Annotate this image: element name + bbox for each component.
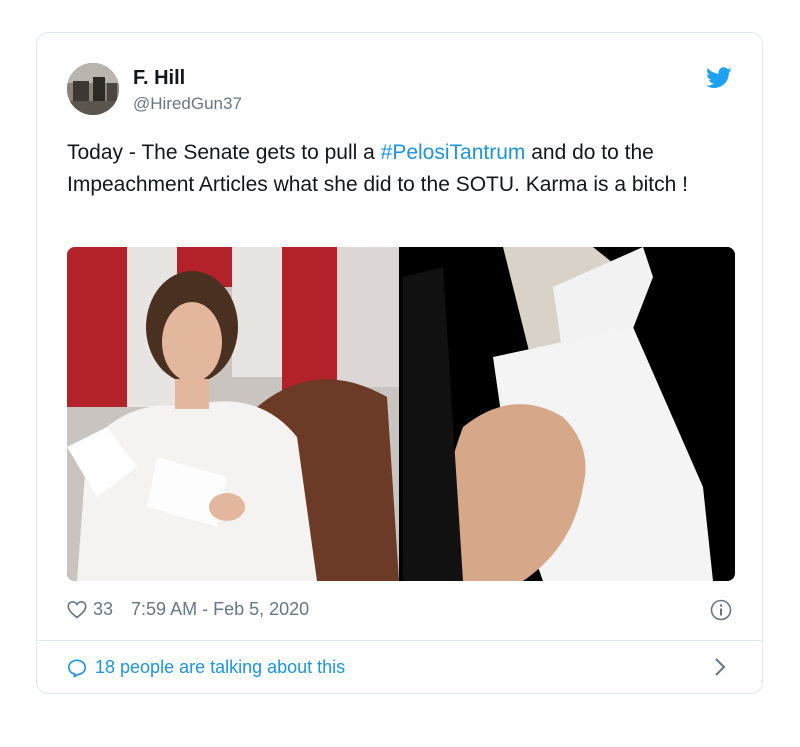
info-icon[interactable] bbox=[710, 599, 732, 621]
tweet-card: F. Hill @HiredGun37 Today - The Senate g… bbox=[36, 32, 763, 694]
tweet-media[interactable] bbox=[67, 247, 735, 581]
media-image-left[interactable] bbox=[67, 247, 399, 581]
like-count[interactable]: 33 bbox=[93, 599, 113, 620]
heart-icon[interactable] bbox=[67, 600, 87, 619]
speech-bubble-icon bbox=[68, 658, 86, 677]
tweet-text: Today - The Senate gets to pull a #Pelos… bbox=[67, 137, 727, 201]
tweet-text-start: Today - The Senate gets to pull a bbox=[67, 141, 381, 164]
user-handle[interactable]: @HiredGun37 bbox=[133, 94, 242, 114]
talking-about-label: 18 people are talking about this bbox=[95, 657, 346, 677]
media-image-right[interactable] bbox=[403, 247, 735, 581]
chevron-right-icon[interactable] bbox=[714, 657, 726, 677]
conversation-link[interactable]: 18 people are talking about this bbox=[67, 657, 345, 678]
divider bbox=[37, 640, 762, 641]
tweet-meta: 33 7:59 AM - Feb 5, 2020 bbox=[67, 599, 309, 620]
display-name[interactable]: F. Hill bbox=[133, 67, 185, 90]
twitter-bird-icon[interactable] bbox=[706, 67, 732, 89]
hashtag-link[interactable]: #PelosiTantrum bbox=[381, 141, 526, 164]
avatar[interactable] bbox=[67, 63, 119, 115]
tweet-timestamp[interactable]: 7:59 AM - Feb 5, 2020 bbox=[131, 599, 309, 620]
avatar-photo bbox=[67, 63, 119, 115]
